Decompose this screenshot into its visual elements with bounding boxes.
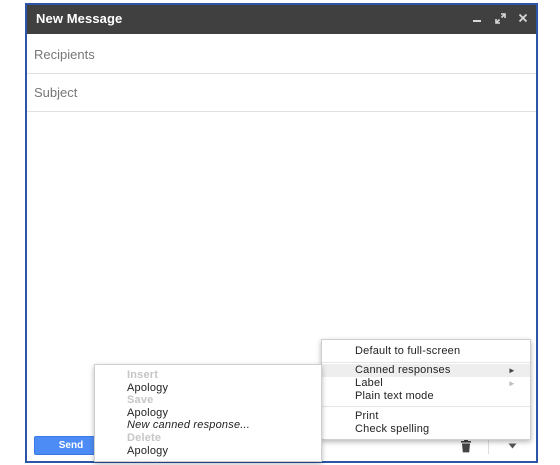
- compose-title-bar[interactable]: New Message: [27, 5, 536, 34]
- menu-item-check-spelling[interactable]: Check spelling: [322, 423, 530, 436]
- insert-apology-item[interactable]: Apology: [95, 382, 321, 394]
- close-icon[interactable]: [516, 10, 530, 26]
- toolbar-divider: [488, 438, 489, 454]
- submenu-arrow-icon: ►: [507, 379, 516, 388]
- subject-field: [27, 74, 536, 112]
- new-canned-response-item[interactable]: New canned response...: [95, 419, 321, 431]
- save-heading: Save: [127, 394, 154, 406]
- canned-responses-submenu: Insert Apology Save Apology New canned r…: [94, 364, 322, 462]
- submenu-arrow-icon: ►: [507, 366, 516, 375]
- minimize-icon[interactable]: [470, 10, 484, 26]
- delete-heading: Delete: [127, 432, 162, 444]
- delete-apology-item[interactable]: Apology: [95, 445, 321, 457]
- insert-heading: Insert: [127, 369, 159, 381]
- menu-separator: [322, 406, 530, 407]
- trash-icon[interactable]: [459, 439, 473, 453]
- subject-input[interactable]: [27, 74, 536, 111]
- recipients-input[interactable]: [27, 36, 536, 73]
- menu-item-label[interactable]: Label ►: [322, 377, 530, 390]
- more-options-menu: Default to full-screen Canned responses …: [321, 339, 531, 440]
- menu-item-canned-responses[interactable]: Canned responses ►: [322, 364, 530, 377]
- menu-item-default-full-screen[interactable]: Default to full-screen: [322, 345, 530, 358]
- save-apology-item[interactable]: Apology: [95, 407, 321, 419]
- window-controls: [470, 10, 530, 26]
- compose-title: New Message: [36, 11, 123, 26]
- menu-item-print[interactable]: Print: [322, 410, 530, 423]
- popout-icon[interactable]: [493, 10, 507, 26]
- menu-separator: [322, 362, 530, 363]
- more-options-icon[interactable]: [505, 439, 519, 453]
- menu-item-plain-text-mode[interactable]: Plain text mode: [322, 390, 530, 403]
- recipients-field: [27, 36, 536, 74]
